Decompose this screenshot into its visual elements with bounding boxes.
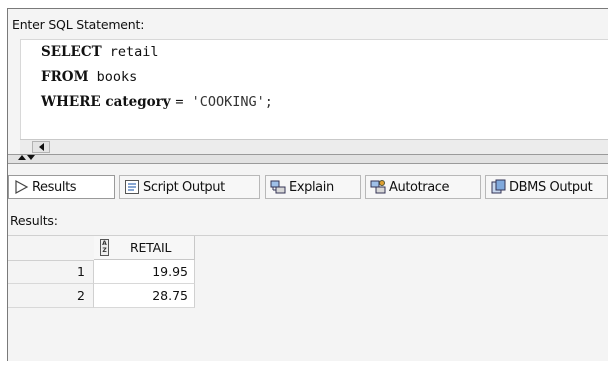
column-header-label: RETAIL [130,240,172,255]
tab-dbms-output[interactable]: DBMS Output [485,175,608,199]
results-label: Results: [10,213,58,228]
scroll-left-button[interactable] [32,141,50,153]
sql-editor[interactable]: SELECT retail FROM books WHERE category … [20,39,608,140]
pane-splitter[interactable] [8,154,608,164]
collapse-up-icon[interactable] [18,155,26,160]
sql-line-1: SELECT retail [41,44,159,60]
tab-autotrace[interactable]: Autotrace [365,175,481,199]
cell-retail[interactable]: 19.95 [94,260,195,284]
tab-label: Results [32,179,77,195]
cell-retail[interactable]: 28.75 [94,284,195,308]
sql-line-3: WHERE category = 'COOKING'; [41,94,273,110]
output-tabs: Results Script Output Explain Autotrace … [8,172,608,202]
table-row[interactable]: 2 28.75 [8,284,195,308]
sql-column: category [100,94,176,110]
script-output-icon [125,180,139,194]
table-row[interactable]: 1 19.95 [8,260,195,284]
sort-icon[interactable]: AZ [100,239,109,256]
dbms-output-icon [491,179,506,194]
tab-label: Explain [289,179,334,195]
arrow-left-icon [38,143,44,151]
sql-keyword: WHERE [41,94,101,110]
results-grid: AZ RETAIL 1 19.95 2 28.75 [8,235,608,361]
sql-keyword: FROM [41,69,89,85]
tab-label: Script Output [143,179,225,195]
tab-label: Autotrace [389,179,450,195]
row-number: 1 [8,260,94,284]
sql-text: books [88,69,138,85]
explain-plan-icon [270,180,286,194]
autotrace-icon [370,180,386,194]
sql-editor-label: Enter SQL Statement: [12,17,145,32]
collapse-down-icon[interactable] [27,155,35,160]
tab-explain[interactable]: Explain [265,175,361,199]
column-header-retail[interactable]: AZ RETAIL [94,236,195,260]
editor-horizontal-scrollbar[interactable] [20,139,608,154]
sql-line-2: FROM books [41,69,137,85]
row-number-header [8,236,95,261]
tab-script-output[interactable]: Script Output [119,175,260,199]
sql-worksheet: Enter SQL Statement: SELECT retail FROM … [7,8,608,361]
row-number: 2 [8,284,94,308]
sql-text: retail [101,44,159,60]
sql-string: 'COOKING'; [191,94,273,110]
tab-label: DBMS Output [509,179,593,195]
sql-operator: = [175,94,192,110]
tab-results[interactable]: Results [8,175,115,199]
play-triangle-icon [15,179,29,195]
sql-keyword: SELECT [41,44,102,60]
